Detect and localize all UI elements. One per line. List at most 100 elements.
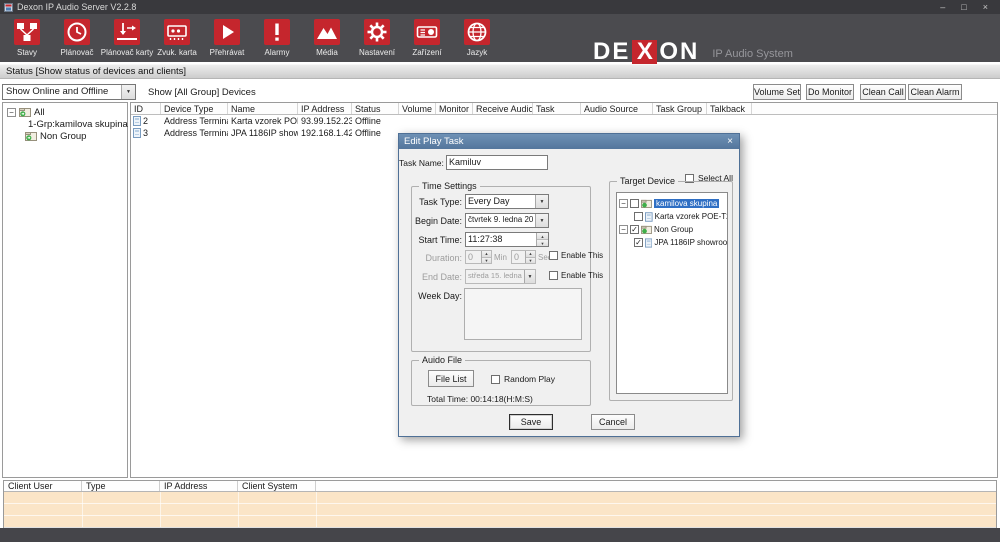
task-type-dropdown[interactable]: Every Day ▼ — [465, 194, 549, 209]
toolbar-button-media[interactable]: Média — [302, 14, 352, 57]
collapse-icon[interactable]: − — [7, 108, 16, 117]
spinner-down-icon: ▼ — [482, 258, 491, 264]
column-header-client-ip[interactable]: IP Address — [160, 481, 238, 491]
cancel-button[interactable]: Cancel — [591, 414, 635, 430]
checkbox-icon[interactable]: ✓ — [630, 225, 639, 234]
logo-text-on: ON — [659, 40, 699, 64]
toolbar-label: Plánovač — [61, 48, 94, 57]
tree-item-kamilova-skupina[interactable]: 1-Grp:kamilova skupina — [25, 118, 127, 130]
device-row[interactable]: 2 Address Terminal Karta vzorek POE-T2 9… — [131, 115, 997, 127]
device-name-cell: JPA 1186IP showroom — [228, 128, 298, 138]
checkbox-icon[interactable] — [491, 375, 500, 384]
collapse-icon[interactable]: − — [619, 225, 628, 234]
do-monitor-button[interactable]: Do Monitor — [806, 84, 854, 100]
device-ip-cell: 93.99.152.239 — [298, 116, 352, 126]
clean-call-button[interactable]: Clean Call — [860, 84, 906, 100]
column-header-audio-source[interactable]: Audio Source — [581, 103, 653, 114]
window-title: Dexon IP Audio Server V2.2.8 — [17, 2, 136, 12]
checkbox-icon[interactable] — [634, 212, 643, 221]
column-header-receive-audio[interactable]: Receive Audio — [473, 103, 533, 114]
device-icon — [645, 212, 653, 222]
tree-item-label: All — [34, 107, 45, 118]
logo-text-de: DE — [593, 40, 630, 64]
column-divider — [82, 492, 83, 527]
chevron-down-icon[interactable]: ▼ — [121, 85, 135, 99]
target-tree-item-karta-vzorek[interactable]: Karta vzorek POE-T2 — [617, 210, 727, 223]
close-button[interactable]: × — [983, 0, 988, 14]
tree-item-label: 1-Grp:kamilova skupina — [28, 119, 128, 130]
toolbar-button-jazyk[interactable]: Jazyk — [452, 14, 502, 57]
column-header-ip-address[interactable]: IP Address — [298, 103, 352, 114]
column-header-id[interactable]: ID — [131, 103, 161, 114]
target-tree-label: Karta vzorek POE-T2 — [655, 212, 727, 221]
target-tree-item-non-group[interactable]: − ✓ Non Group — [617, 223, 727, 236]
column-header-monitor[interactable]: Monitor — [436, 103, 473, 114]
chevron-down-icon[interactable]: ▼ — [535, 195, 548, 208]
random-play-checkbox[interactable]: Random Play — [491, 374, 555, 384]
edit-play-task-dialog: Edit Play Task × Task Name: Kamiluv Sele… — [398, 133, 740, 437]
enable-end-date-checkbox[interactable]: Enable This — [549, 271, 603, 280]
device-icon — [133, 116, 141, 126]
volume-set-button[interactable]: Volume Set — [753, 84, 801, 100]
toolbar-button-prehravat[interactable]: Přehrávat — [202, 14, 252, 57]
clean-alarm-button[interactable]: Clean Alarm — [908, 84, 962, 100]
group-tree-panel: − All 1-Grp:kamilova skupina Non Group — [2, 102, 128, 478]
minimize-button[interactable]: – — [940, 0, 945, 14]
toolbar-button-stavy[interactable]: Stavy — [2, 14, 52, 57]
duration-min-spinner: 0 ▲▼ — [465, 250, 492, 264]
maximize-button[interactable]: □ — [961, 0, 966, 14]
start-time-spinner[interactable]: 11:27:38 ▲▼ — [465, 232, 549, 247]
checkbox-icon[interactable]: ✓ — [634, 238, 643, 247]
toolbar-button-planovac-karty[interactable]: Plánovač karty — [102, 14, 152, 57]
dialog-close-icon[interactable]: × — [727, 134, 733, 149]
checkbox-icon[interactable] — [549, 271, 558, 280]
toolbar-button-zarizeni[interactable]: Zařízení — [402, 14, 452, 57]
target-tree-item-jpa-1186ip[interactable]: ✓ JPA 1186IP showroom — [617, 236, 727, 249]
spinner-down-icon: ▼ — [526, 258, 535, 264]
file-list-button[interactable]: File List — [428, 370, 474, 387]
column-header-status[interactable]: Status — [352, 103, 399, 114]
toolbar-button-planovac[interactable]: Plánovač — [52, 14, 102, 57]
toolbar-button-nastaveni[interactable]: Nastavení — [352, 14, 402, 57]
spinner-down-icon[interactable]: ▼ — [537, 240, 548, 246]
network-status-icon — [14, 19, 40, 45]
device-icon — [133, 128, 141, 138]
target-tree-item-kamilova-skupina[interactable]: − kamilova skupina — [617, 197, 727, 210]
online-filter-value: Show Online and Offline — [3, 85, 121, 99]
toolbar-label: Přehrávat — [210, 48, 245, 57]
device-type-cell: Address Terminal — [161, 128, 228, 138]
tree-item-non-group[interactable]: Non Group — [25, 130, 127, 142]
spinner-up-icon[interactable]: ▲ — [537, 233, 548, 240]
end-date-label: End Date: — [412, 272, 462, 282]
online-filter-dropdown[interactable]: Show Online and Offline ▼ — [2, 84, 136, 100]
column-header-talkback[interactable]: Talkback — [707, 103, 752, 114]
column-header-device-type[interactable]: Device Type — [161, 103, 228, 114]
column-header-client-type[interactable]: Type — [82, 481, 160, 491]
checkbox-icon[interactable] — [549, 251, 558, 260]
week-day-listbox[interactable] — [464, 288, 582, 340]
audio-file-group: Auido File File List Random Play Total T… — [411, 360, 591, 406]
dialog-titlebar: Edit Play Task × — [399, 134, 739, 149]
begin-date-dropdown[interactable]: čtvrtek 9. ledna 20 ▼ — [465, 213, 549, 228]
column-header-name[interactable]: Name — [228, 103, 298, 114]
collapse-icon[interactable]: − — [619, 199, 628, 208]
app-icon — [4, 3, 13, 12]
enable-end-date-label: Enable This — [561, 271, 603, 280]
toolbar-label: Plánovač karty — [101, 48, 153, 57]
toolbar-button-alarmy[interactable]: Alarmy — [252, 14, 302, 57]
column-header-client-user[interactable]: Client User — [4, 481, 82, 491]
toolbar-button-zvuk-karta[interactable]: Zvuk. karta — [152, 14, 202, 57]
save-button[interactable]: Save — [509, 414, 553, 430]
target-tree-label: JPA 1186IP showroom — [654, 238, 727, 247]
column-header-client-system[interactable]: Client System — [238, 481, 316, 491]
column-header-task-group[interactable]: Task Group — [653, 103, 707, 114]
toolbar-label: Stavy — [17, 48, 37, 57]
tree-item-all[interactable]: − All — [3, 106, 127, 118]
column-header-volume[interactable]: Volume — [399, 103, 436, 114]
checkbox-icon[interactable] — [630, 199, 639, 208]
task-name-input[interactable]: Kamiluv — [446, 155, 548, 170]
column-header-task[interactable]: Task — [533, 103, 581, 114]
enable-duration-checkbox[interactable]: Enable This — [549, 251, 603, 260]
chevron-down-icon[interactable]: ▼ — [535, 214, 548, 227]
total-time-text: Total Time: 00:14:18(H:M:S) — [427, 394, 533, 404]
